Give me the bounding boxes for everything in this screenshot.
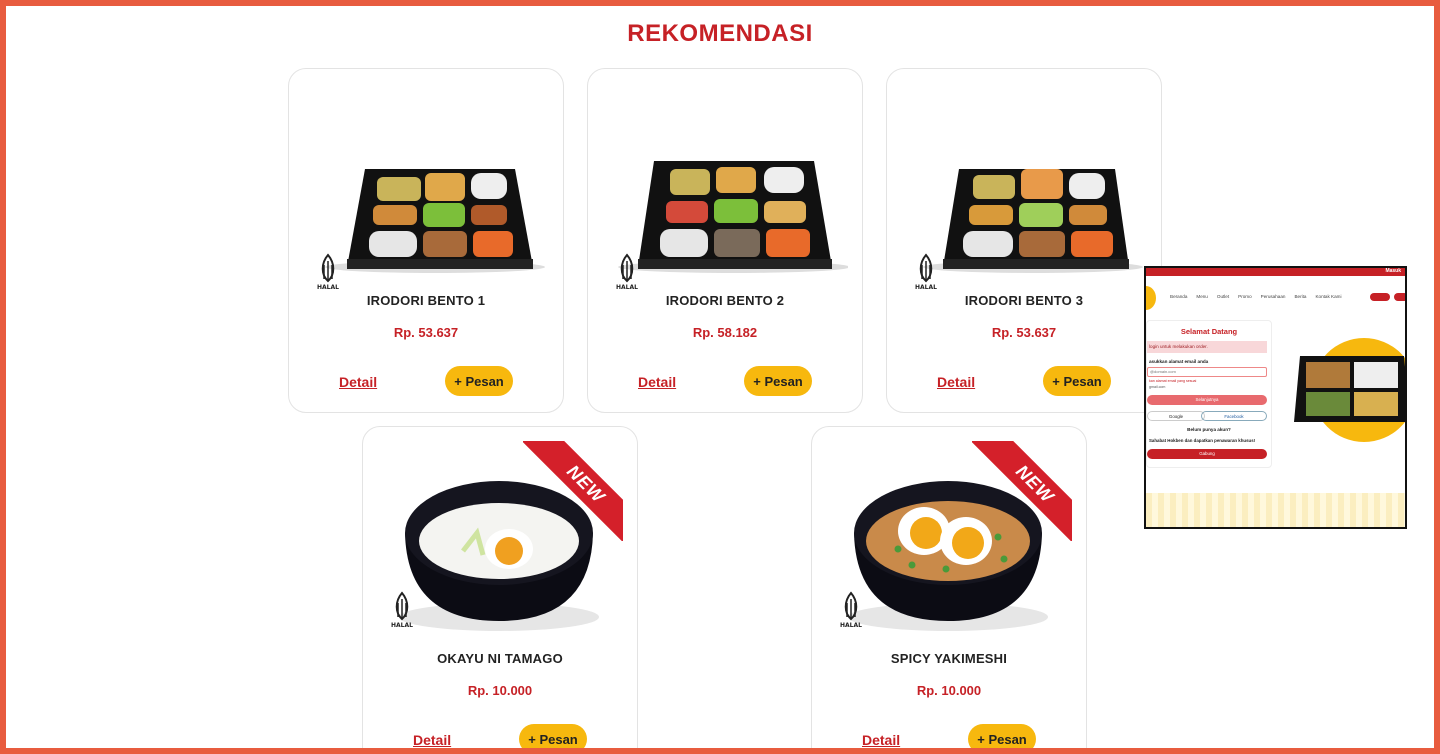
- product-card: HALAL IRODORI BENTO 2 Rp. 58.182 Detail …: [587, 68, 863, 413]
- preview-join-text: Sahabat Hokben dan dapatkan penawaran kh…: [1149, 438, 1256, 443]
- halal-logo-icon: HALAL: [391, 591, 413, 629]
- product-price: Rp. 58.182: [692, 325, 758, 340]
- product-name: IRODORI BENTO 3: [964, 293, 1084, 308]
- preview-nav-item: Kontak Kami: [1315, 294, 1342, 299]
- product-name: OKAYU NI TAMAGO: [437, 651, 563, 666]
- preview-email-hint: gmail.com: [1149, 385, 1166, 389]
- halal-logo-icon: HALAL: [840, 591, 862, 629]
- preview-nav: Beranda Menu Outlet Promo Perusahaan Ber…: [1170, 294, 1342, 299]
- product-price: Rp. 10.000: [467, 683, 533, 698]
- detail-link[interactable]: Detail: [339, 374, 377, 390]
- product-price: Rp. 53.637: [393, 325, 459, 340]
- detail-link[interactable]: Detail: [638, 374, 676, 390]
- product-name: SPICY YAKIMESHI: [890, 651, 1008, 666]
- preview-next-button: Selanjutnya: [1147, 395, 1267, 405]
- product-name: IRODORI BENTO 2: [665, 293, 785, 308]
- preview-join-button: Gabung: [1147, 449, 1267, 459]
- product-image: NEW HALAL: [828, 441, 1072, 637]
- detail-link[interactable]: Detail: [937, 374, 975, 390]
- svg-text:HALAL: HALAL: [840, 622, 862, 629]
- product-card: HALAL IRODORI BENTO 3 Rp. 53.637 Detail …: [886, 68, 1162, 413]
- order-button[interactable]: + Pesan: [968, 724, 1036, 748]
- order-button[interactable]: + Pesan: [445, 366, 513, 396]
- preview-email-error: kan alamat email yang sesuai: [1149, 379, 1197, 383]
- preview-google-button: Google: [1147, 411, 1205, 421]
- svg-text:HALAL: HALAL: [915, 284, 937, 291]
- halal-logo-icon: HALAL: [616, 253, 638, 291]
- detail-link[interactable]: Detail: [413, 732, 451, 748]
- preview-cart-icon: [1370, 293, 1390, 301]
- product-price: Rp. 53.637: [991, 325, 1057, 340]
- product-card: HALAL IRODORI BENTO 1 Rp. 53.637 Detail …: [288, 68, 564, 413]
- halal-logo-icon: HALAL: [317, 253, 339, 291]
- preview-email-input: @domain.com: [1147, 367, 1267, 377]
- preview-nav-item: Berita: [1294, 294, 1307, 299]
- product-image: HALAL: [604, 89, 848, 299]
- preview-footer-pattern: [1146, 493, 1405, 527]
- preview-account-button: [1394, 293, 1405, 301]
- preview-login-link: Masuk: [1385, 268, 1401, 274]
- product-image: HALAL: [305, 89, 549, 299]
- preview-bento-image: [1294, 356, 1405, 422]
- product-price: Rp. 10.000: [916, 683, 982, 698]
- preview-topbar: Masuk: [1146, 268, 1405, 276]
- preview-login-card: Selamat Datang login untuk melakukan ord…: [1146, 320, 1272, 468]
- product-image: NEW HALAL: [379, 441, 623, 637]
- svg-text:HALAL: HALAL: [391, 622, 413, 629]
- login-preview-thumbnail[interactable]: Masuk Beranda Menu Outlet Promo Perusaha…: [1144, 266, 1407, 529]
- preview-logo: [1146, 286, 1156, 310]
- halal-logo-icon: HALAL: [915, 253, 937, 291]
- preview-login-warning: login untuk melakukan order.: [1147, 341, 1267, 353]
- preview-nav-item: Menu: [1196, 294, 1208, 299]
- preview-nav-item: Beranda: [1170, 294, 1188, 299]
- new-badge: NEW: [523, 441, 623, 541]
- svg-text:HALAL: HALAL: [616, 284, 638, 291]
- page-frame: REKOMENDASI HALAL IRODORI BENTO 1 Rp. 53…: [0, 0, 1440, 754]
- order-button[interactable]: + Pesan: [744, 366, 812, 396]
- preview-email-label: asukkan alamat email anda: [1149, 359, 1209, 364]
- svg-text:HALAL: HALAL: [317, 284, 339, 291]
- preview-login-title: Selamat Datang: [1180, 327, 1238, 336]
- section-title: REKOMENDASI: [627, 20, 813, 47]
- new-badge: NEW: [972, 441, 1072, 541]
- preview-nav-item: Promo: [1238, 294, 1252, 299]
- product-name: IRODORI BENTO 1: [366, 293, 486, 308]
- order-button[interactable]: + Pesan: [519, 724, 587, 748]
- preview-no-account: Belum punya akun?: [1187, 427, 1231, 432]
- preview-nav-item: Perusahaan: [1260, 294, 1286, 299]
- order-button[interactable]: + Pesan: [1043, 366, 1111, 396]
- product-card: NEW HALAL SPICY YAKIMESHI Rp. 10.000 Det…: [811, 426, 1087, 748]
- preview-nav-item: Outlet: [1216, 294, 1230, 299]
- product-card: NEW HALAL OKAYU NI TAMAGO Rp. 10.000 Det…: [362, 426, 638, 748]
- product-image: HALAL: [903, 89, 1147, 299]
- detail-link[interactable]: Detail: [862, 732, 900, 748]
- preview-facebook-button: Facebook: [1201, 411, 1267, 421]
